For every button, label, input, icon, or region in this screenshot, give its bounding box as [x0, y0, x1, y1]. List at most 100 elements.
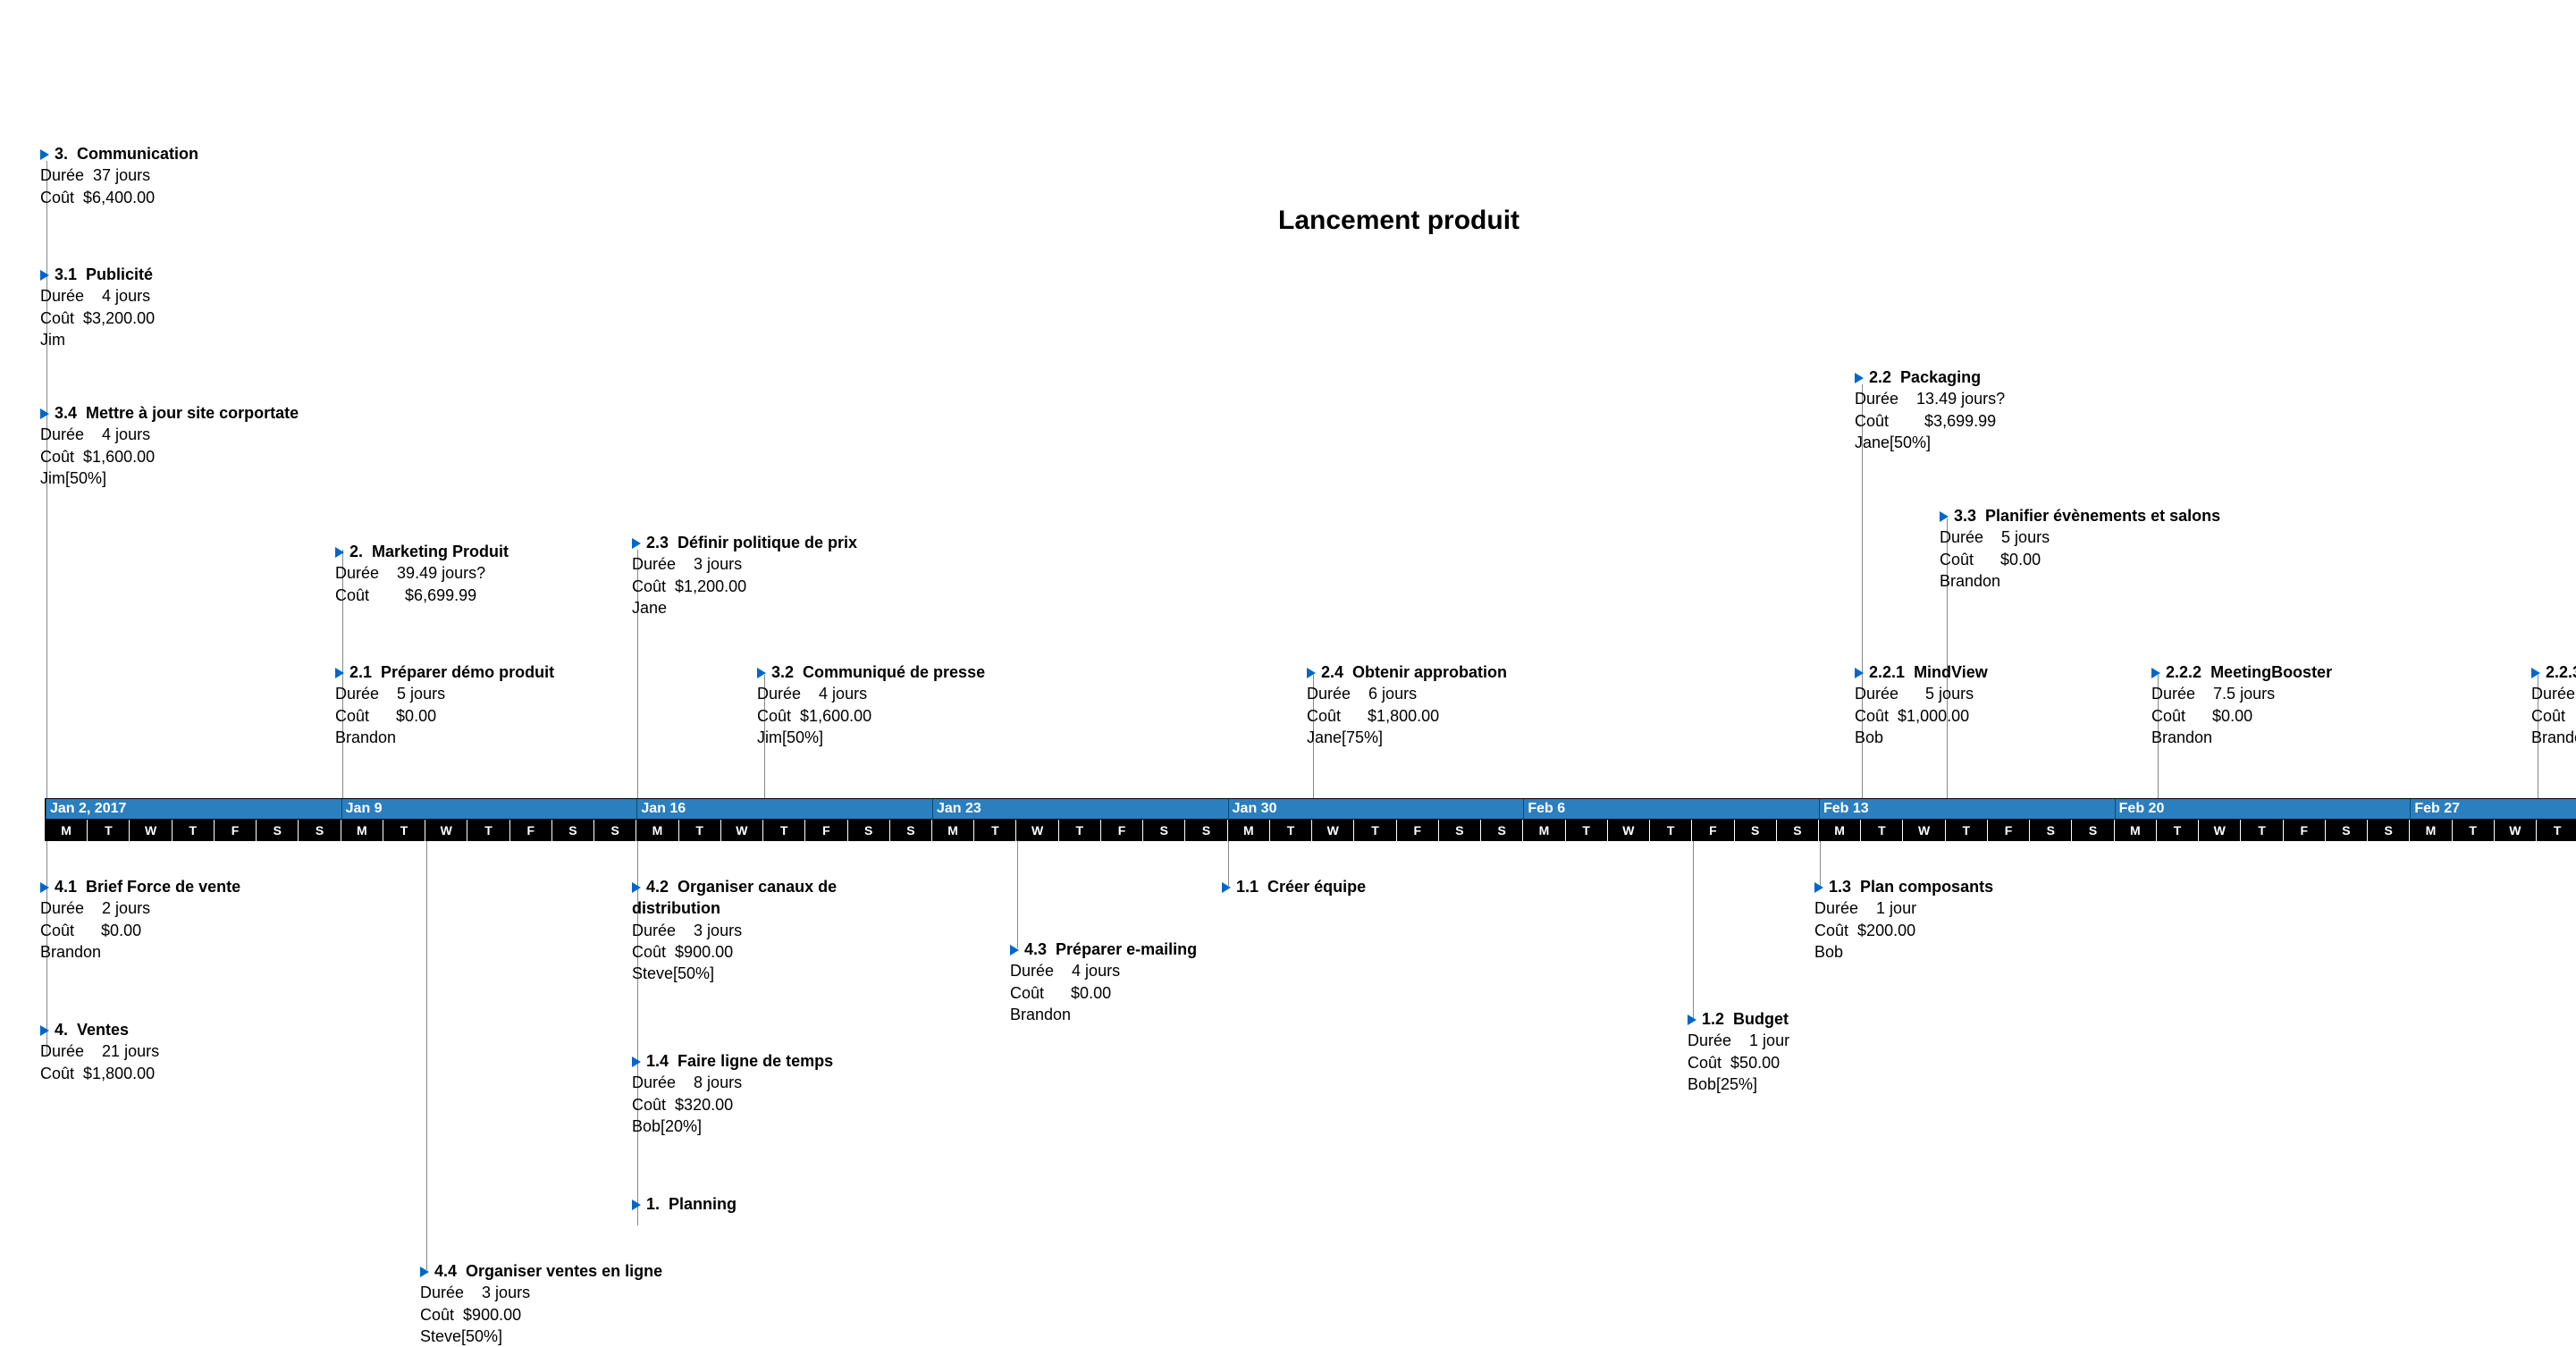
- timeline-day-label: S: [890, 820, 932, 841]
- timeline-day-label: M: [636, 820, 678, 841]
- task-card: 1. Planning: [632, 1193, 737, 1215]
- timeline-day-label: T: [383, 820, 425, 841]
- timeline-day-label: S: [299, 820, 341, 841]
- task-card: 2. Marketing Produit Durée 39.49 jours? …: [335, 541, 509, 606]
- timeline-day-label: S: [257, 820, 299, 841]
- task-card: 3.4 Mettre à jour site corportate Durée …: [40, 402, 299, 489]
- timeline-day-label: M: [932, 820, 974, 841]
- timeline-day-label: F: [1988, 820, 2030, 841]
- leader-line: [1017, 841, 1018, 948]
- timeline-day-label: S: [848, 820, 890, 841]
- timeline-day-label: T: [1650, 820, 1692, 841]
- leader-line: [426, 841, 427, 1270]
- timeline-week-label: Feb 6: [1523, 799, 1819, 821]
- task-marker-icon: [1010, 945, 1019, 956]
- task-card: 4. Ventes Durée 21 jours Coût $1,800.00: [40, 1019, 159, 1084]
- timeline-day-label: S: [1439, 820, 1481, 841]
- timeline-day-label: S: [2368, 820, 2410, 841]
- task-card: 4.2 Organiser canaux de distribution Dur…: [632, 876, 900, 984]
- timeline-week-label: Jan 9: [341, 799, 637, 821]
- timeline-day-label: F: [805, 820, 847, 841]
- task-card: 2.2.2 MeetingBooster Durée 7.5 jours Coû…: [2151, 661, 2332, 748]
- task-card: 1.2 Budget Durée 1 jour Coût $50.00 Bob[…: [1688, 1008, 1789, 1095]
- task-marker-icon: [1688, 1014, 1696, 1025]
- leader-line: [1693, 841, 1694, 1020]
- task-marker-icon: [335, 547, 344, 558]
- timeline-day-label: S: [2072, 820, 2114, 841]
- task-marker-icon: [40, 408, 49, 419]
- timeline-day-label: F: [1397, 820, 1439, 841]
- timeline-day-label: S: [1143, 820, 1185, 841]
- task-card: 1.3 Plan composants Durée 1 jour Coût $2…: [1814, 876, 1993, 963]
- timeline-day-label: S: [552, 820, 594, 841]
- task-marker-icon: [632, 882, 641, 893]
- task-card: 2.2.1 MindView Durée 5 jours Coût $1,000…: [1855, 661, 1988, 748]
- task-marker-icon: [1855, 668, 1864, 678]
- timeline-day-label: T: [679, 820, 721, 841]
- timeline-day-label: S: [594, 820, 636, 841]
- task-card: 2.3 Définir politique de prix Durée 3 jo…: [632, 532, 857, 619]
- page-title: Lancement produit: [1278, 206, 1520, 236]
- timeline-day-label: T: [763, 820, 805, 841]
- task-marker-icon: [632, 1200, 641, 1210]
- timeline-day-label: T: [1566, 820, 1608, 841]
- timeline-week-label: Jan 16: [636, 799, 932, 821]
- timeline-week-label: Jan 2, 2017: [46, 799, 341, 821]
- timeline-day-label: F: [1692, 820, 1734, 841]
- timeline-days-row: MTWTFSSMTWTFSSMTWTFSSMTWTFSSMTWTFSSMTWTF…: [45, 820, 2576, 841]
- timeline-day-label: F: [2284, 820, 2326, 841]
- timeline-week-label: Jan 30: [1228, 799, 1524, 821]
- task-marker-icon: [1814, 882, 1823, 893]
- task-card: 4.4 Organiser ventes en ligne Durée 3 jo…: [420, 1260, 662, 1347]
- task-card: 3.3 Planifier évènements et salons Durée…: [1940, 505, 2226, 592]
- task-card: 4.1 Brief Force de vente Durée 2 jours C…: [40, 876, 240, 963]
- task-marker-icon: [420, 1267, 429, 1277]
- task-card: 3. Communication Durée 37 jours Coût $6,…: [40, 143, 198, 208]
- timeline-day-label: F: [510, 820, 552, 841]
- timeline-day-label: W: [1903, 820, 1945, 841]
- task-card: 1.4 Faire ligne de temps Durée 8 jours C…: [632, 1050, 833, 1137]
- timeline-day-label: T: [467, 820, 509, 841]
- timeline-day-label: M: [1819, 820, 1861, 841]
- task-marker-icon: [632, 1057, 641, 1067]
- timeline-day-label: S: [1481, 820, 1523, 841]
- timeline-day-label: S: [1185, 820, 1227, 841]
- timeline-day-label: M: [1523, 820, 1565, 841]
- task-marker-icon: [2151, 668, 2160, 678]
- timeline-week-label: Feb 20: [2115, 799, 2411, 821]
- task-marker-icon: [40, 149, 49, 160]
- task-marker-icon: [40, 882, 49, 893]
- timeline-day-label: T: [1270, 820, 1312, 841]
- timeline-day-label: W: [2199, 820, 2241, 841]
- timeline-day-label: S: [2326, 820, 2368, 841]
- timeline-day-label: M: [2115, 820, 2157, 841]
- timeline-day-label: W: [721, 820, 763, 841]
- timeline-day-label: M: [1228, 820, 1270, 841]
- task-marker-icon: [757, 668, 766, 678]
- timeline-day-label: T: [2453, 820, 2495, 841]
- timeline-week-label: Jan 23: [932, 799, 1228, 821]
- timeline-day-label: W: [1608, 820, 1650, 841]
- timeline-day-label: W: [130, 820, 172, 841]
- timeline-day-label: T: [2157, 820, 2199, 841]
- timeline-day-label: T: [1861, 820, 1903, 841]
- task-marker-icon: [1855, 373, 1864, 383]
- task-marker-icon: [1222, 882, 1231, 893]
- task-marker-icon: [335, 668, 344, 678]
- timeline-day-label: W: [1312, 820, 1354, 841]
- timeline-day-label: F: [1101, 820, 1143, 841]
- task-marker-icon: [40, 1025, 49, 1036]
- timeline-weeks-row: Jan 2, 2017Jan 9Jan 16Jan 23Jan 30Feb 6F…: [45, 798, 2576, 820]
- timeline-day-label: M: [46, 820, 88, 841]
- task-card: 1.1 Créer équipe: [1222, 876, 1366, 897]
- timeline-day-label: T: [974, 820, 1016, 841]
- timeline-week-label: Feb 13: [1819, 799, 2115, 821]
- task-card: 3.1 Publicité Durée 4 jours Coût $3,200.…: [40, 264, 155, 350]
- timeline-day-label: T: [1354, 820, 1396, 841]
- task-card: 2.4 Obtenir approbation Durée 6 jours Co…: [1307, 661, 1507, 748]
- task-marker-icon: [1307, 668, 1316, 678]
- timeline-day-label: T: [2537, 820, 2576, 841]
- timeline-day-label: T: [173, 820, 215, 841]
- task-card: 2.2 Packaging Durée 13.49 jours? Coût $3…: [1855, 366, 2005, 453]
- timeline-day-label: S: [1735, 820, 1777, 841]
